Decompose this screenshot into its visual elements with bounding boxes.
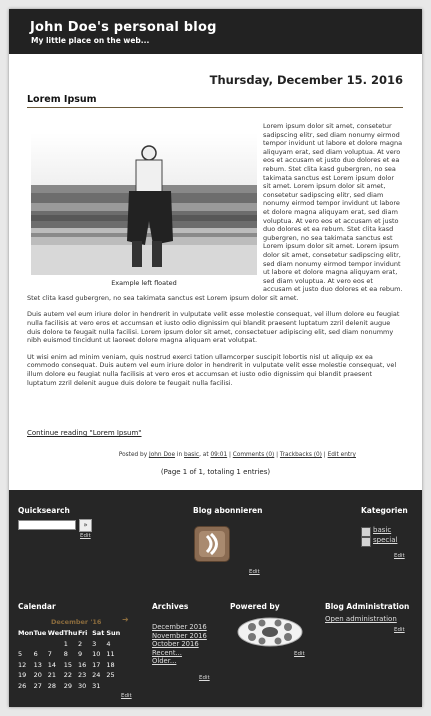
archive-link[interactable]: October 2016 [152,640,207,649]
category-special[interactable]: special [373,536,397,544]
blog-header: John Doe's personal blog My little place… [9,9,422,54]
category-basic[interactable]: basic [373,526,391,534]
quicksearch-title: Quicksearch [18,506,70,515]
subscribe-edit[interactable]: Edit [249,569,260,575]
next-month-arrow-icon[interactable]: ➜ [122,615,129,624]
archive-link[interactable]: Older... [152,657,207,666]
categories-title: Kategorien [361,506,408,515]
archive-link[interactable]: December 2016 [152,623,207,632]
trackbacks-link[interactable]: Trackbacks (0) [280,452,322,458]
archive-link[interactable]: November 2016 [152,632,207,641]
archive-link[interactable]: Recent... [152,649,207,658]
entry-paragraph: Ut wisi enim ad minim veniam, quis nostr… [27,352,397,387]
continue-reading-link[interactable]: Continue reading "Lorem Ipsum" [27,429,142,437]
admin-title: Blog Administration [325,602,410,611]
author-link[interactable]: John Doe [149,452,175,458]
search-input[interactable] [18,520,76,530]
calendar-month: December '16 [51,618,102,626]
permalink-time[interactable]: 09:01 [210,452,227,458]
rss-icon [199,531,225,557]
archives-title: Archives [152,602,189,611]
calendar-title: Calendar [18,602,56,611]
edit-entry-link[interactable]: Edit entry [328,452,356,458]
image-caption: Example left floated [111,279,177,287]
entry-paragraph: Duis autem vel eum iriure dolor in hendr… [27,310,400,345]
quicksearch-edit[interactable]: Edit [80,533,91,539]
open-administration-link[interactable]: Open administration [325,615,397,623]
admin-edit[interactable]: Edit [394,627,405,633]
powered-edit[interactable]: Edit [294,651,305,657]
archives-edit[interactable]: Edit [199,675,210,681]
rss-feed-icon[interactable] [194,526,230,562]
entry-figure: Example left floated [31,133,257,287]
subscribe-title: Blog abonnieren [193,506,263,515]
page-container: John Doe's personal blog My little place… [9,9,422,707]
powered-by-title: Powered by [230,602,280,611]
pagination-info: (Page 1 of 1, totaling 1 entries) [160,468,271,476]
blog-title[interactable]: John Doe's personal blog [30,20,217,35]
serendipity-logo-icon[interactable] [236,615,304,649]
entry-date: Thursday, December 15. 2016 [209,73,403,87]
entry-title[interactable]: Lorem Ipsum [27,94,97,105]
blog-tagline: My little place on the web... [31,36,150,45]
category-link[interactable]: basic [184,452,199,458]
calendar-table: Mon Tue Wed Thu Fri Sat Sun 1234 5 6 7 8 9 10… [18,629,121,690]
category-rss-icon[interactable] [361,527,371,537]
example-photo [31,133,257,275]
category-rss-icon[interactable] [361,537,371,547]
categories-edit[interactable]: Edit [394,553,405,559]
title-divider [27,107,403,108]
comments-link[interactable]: Comments (0) [233,452,274,458]
person-on-beach-photo [31,133,257,275]
calendar-edit[interactable]: Edit [121,693,132,699]
sidebar-footer: Quicksearch » Edit Blog abonnieren Edit … [9,490,422,707]
archives-list: December 2016 November 2016 October 2016… [152,623,207,666]
entry-footer: Posted by John Doe in basic, at 09:01 | … [118,452,356,458]
search-button[interactable]: » [79,519,92,532]
